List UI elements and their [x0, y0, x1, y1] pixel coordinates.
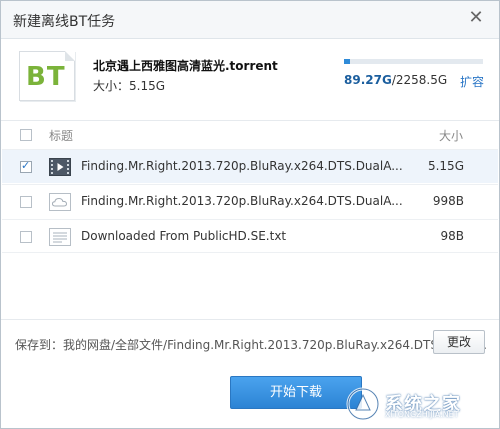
file-name: Finding.Mr.Right.2013.720p.BluRay.x264.D…	[81, 194, 403, 208]
row-checkbox[interactable]	[20, 231, 32, 243]
row-checkbox[interactable]	[20, 159, 32, 173]
quota-used: 89.27G	[344, 73, 392, 87]
quota-bar	[344, 59, 483, 64]
row-checkbox[interactable]	[20, 196, 32, 208]
video-file-icon	[49, 158, 71, 176]
watermark: 系统之家 XITONGZHIJIA.NET	[345, 384, 493, 424]
dialog-title: 新建离线BT任务	[13, 14, 116, 30]
torrent-info: BT 北京遇上西雅图高清蓝光.torrent 大小：5.15G 89.27G/2…	[1, 39, 499, 113]
table-row[interactable]: Finding.Mr.Right.2013.720p.BluRay.x264.D…	[2, 149, 498, 183]
title-bar: 新建离线BT任务 ✕	[1, 1, 499, 39]
file-size: 98B	[440, 229, 464, 243]
close-icon[interactable]: ✕	[467, 9, 485, 27]
page-corner	[65, 51, 75, 61]
torrent-name: 北京遇上西雅图高清蓝光.torrent	[93, 59, 278, 73]
quota-bar-fill	[344, 59, 350, 64]
watermark-logo	[346, 387, 380, 421]
save-location-path: 我的网盘/全部文件/Finding.Mr.Right.2013.720p.Blu…	[63, 338, 487, 352]
file-size: 5.15G	[427, 159, 464, 173]
table-row[interactable]: Finding.Mr.Right.2013.720p.BluRay.x264.D…	[2, 184, 498, 218]
header-name: 标题	[49, 129, 74, 143]
cloud-file-icon	[49, 193, 71, 211]
quota-total: /2258.5G	[391, 73, 448, 87]
new-bt-task-dialog: 新建离线BT任务 ✕ BT 北京遇上西雅图高清蓝光.torrent 大小：5.1…	[0, 0, 500, 429]
save-location: 保存到：我的网盘/全部文件/Finding.Mr.Right.2013.720p…	[15, 336, 487, 353]
bt-file-icon: BT	[19, 51, 75, 101]
quota-usage: 89.27G/2258.5G	[344, 73, 447, 87]
bt-icon-text: BT	[26, 62, 66, 92]
storage-quota: 89.27G/2258.5G 扩容	[344, 59, 484, 89]
change-location-button[interactable]: 更改	[433, 330, 485, 354]
header-size: 大小	[438, 129, 463, 143]
table-row[interactable]: Downloaded From PublicHD.SE.txt 98B	[2, 219, 498, 253]
text-file-icon	[49, 228, 71, 246]
file-name: Finding.Mr.Right.2013.720p.BluRay.x264.D…	[81, 159, 403, 173]
start-download-button[interactable]: 开始下载	[230, 376, 362, 409]
expand-storage-link[interactable]: 扩容	[460, 73, 484, 90]
torrent-size: 大小：5.15G	[93, 79, 166, 93]
save-location-label: 保存到：	[15, 338, 64, 352]
watermark-url: XITONGZHIJIA.NET	[385, 410, 459, 419]
file-size: 998B	[432, 194, 464, 208]
select-all-checkbox[interactable]	[20, 129, 32, 141]
file-table-header: 标题 大小	[1, 120, 499, 148]
file-name: Downloaded From PublicHD.SE.txt	[81, 229, 287, 243]
save-location-bar: 保存到：我的网盘/全部文件/Finding.Mr.Right.2013.720p…	[1, 319, 499, 363]
